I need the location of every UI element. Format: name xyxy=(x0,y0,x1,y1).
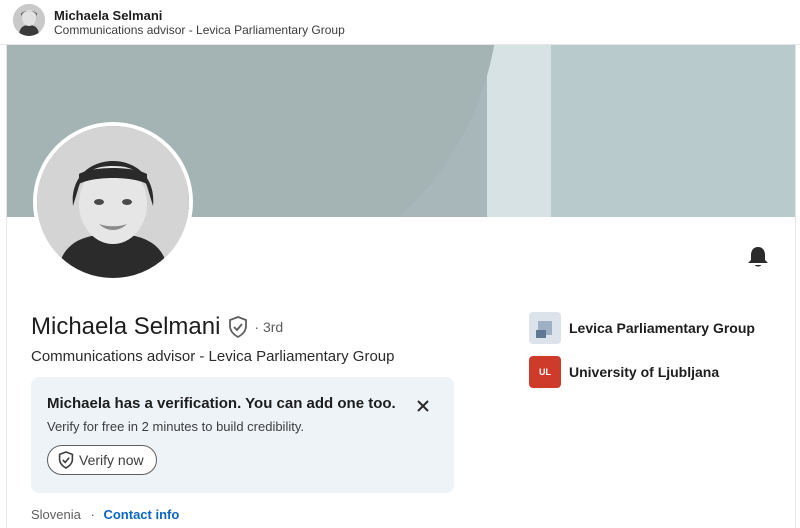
verify-now-label: Verify now xyxy=(79,452,144,468)
org-levica[interactable]: Levica Parliamentary Group xyxy=(529,312,755,344)
university-logo: UL xyxy=(529,356,561,388)
bell-icon[interactable] xyxy=(747,245,769,269)
close-icon[interactable] xyxy=(415,398,431,414)
verified-shield-icon xyxy=(58,451,74,469)
location-row: Slovenia · Contact info xyxy=(31,507,179,522)
sticky-profile-header: Michaela Selmani Communications advisor … xyxy=(0,0,800,45)
connection-degree: · 3rd xyxy=(254,319,284,335)
org-name: University of Ljubljana xyxy=(569,364,720,380)
verification-promo: Michaela has a verification. You can add… xyxy=(31,377,454,493)
profile-headline: Communications advisor - Levica Parliame… xyxy=(31,348,395,365)
location-text: Slovenia xyxy=(31,507,81,522)
org-name: Levica Parliamentary Group xyxy=(569,320,755,336)
promo-title: Michaela has a verification. You can add… xyxy=(47,395,396,412)
contact-info-link[interactable]: Contact info xyxy=(103,507,179,522)
org-university[interactable]: UL University of Ljubljana xyxy=(529,356,719,388)
levica-logo xyxy=(529,312,561,344)
separator: · xyxy=(90,507,95,522)
profile-name: Michaela Selmani xyxy=(31,313,221,340)
header-name: Michaela Selmani xyxy=(54,8,163,23)
header-headline: Communications advisor - Levica Parliame… xyxy=(54,23,345,37)
name-row: Michaela Selmani · 3rd xyxy=(31,313,283,341)
profile-card: Michaela Selmani · 3rd Communications ad… xyxy=(6,45,796,528)
verified-shield-icon[interactable] xyxy=(228,316,248,339)
profile-photo[interactable] xyxy=(33,122,193,282)
promo-subtitle: Verify for free in 2 minutes to build cr… xyxy=(47,419,304,434)
header-avatar[interactable] xyxy=(13,4,45,36)
verify-now-button[interactable]: Verify now xyxy=(47,445,157,475)
